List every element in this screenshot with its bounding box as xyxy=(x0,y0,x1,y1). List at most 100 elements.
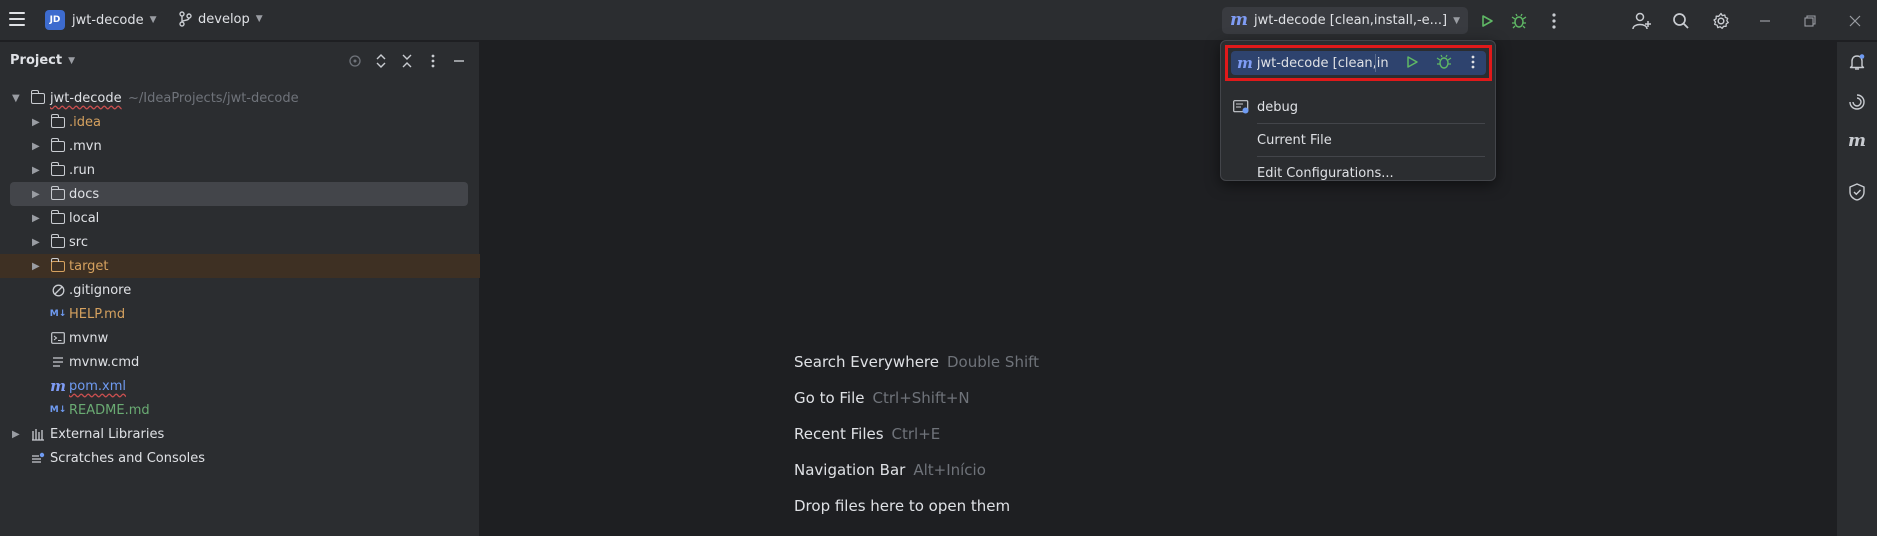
tree-item-selected[interactable]: ▶ docs xyxy=(10,182,468,206)
branch-name: develop xyxy=(198,11,250,27)
hint-drop-files: Drop files here to open them xyxy=(794,497,1010,515)
branch-switcher[interactable]: develop ▼ xyxy=(178,11,263,27)
more-actions-icon[interactable] xyxy=(1471,55,1475,73)
tree-item-label: .idea xyxy=(69,114,101,130)
tree-item[interactable]: ▶ target xyxy=(0,254,480,278)
chevron-right-icon: ▶ xyxy=(32,236,40,248)
search-icon[interactable] xyxy=(1668,8,1694,34)
add-user-icon[interactable] xyxy=(1629,8,1655,34)
hide-icon[interactable] xyxy=(449,51,469,71)
tree-root[interactable]: ▼ jwt-decode ~/IdeaProjects/jwt-decode xyxy=(0,86,480,110)
chevron-down-icon: ▼ xyxy=(68,55,75,66)
tree-item-label: HELP.md xyxy=(69,306,126,322)
tree-item[interactable]: M↓ README.md xyxy=(0,398,480,422)
chevron-down-icon: ▼ xyxy=(255,14,263,24)
hint-action: Navigation Bar xyxy=(794,461,906,479)
notifications-icon[interactable] xyxy=(1847,52,1867,72)
chevron-right-icon: ▶ xyxy=(32,188,40,200)
tree-item-label: target xyxy=(69,258,109,274)
config-item-current-file[interactable]: Current File xyxy=(1257,127,1332,153)
more-actions-icon[interactable] xyxy=(1541,8,1567,34)
shell-script-icon xyxy=(50,330,66,346)
hint-go-to-file: Go to File Ctrl+Shift+N xyxy=(794,389,970,407)
debug-icon[interactable] xyxy=(1506,8,1532,34)
tree-item[interactable]: mvnw xyxy=(0,326,480,350)
editor-empty-area xyxy=(481,42,1831,536)
tree-item-label: src xyxy=(69,234,88,250)
folder-icon xyxy=(50,113,66,130)
tree-item-label: pom.xml xyxy=(69,378,126,394)
excluded-folder-icon xyxy=(50,257,66,274)
hint-search-everywhere: Search Everywhere Double Shift xyxy=(794,353,1039,371)
ignore-file-icon xyxy=(50,282,66,298)
settings-gear-icon[interactable] xyxy=(1708,8,1734,34)
hint-action: Recent Files xyxy=(794,425,884,443)
folder-icon xyxy=(50,161,66,178)
tree-item-label: mvnw.cmd xyxy=(69,354,140,370)
security-shield-icon[interactable] xyxy=(1847,182,1867,202)
expand-all-icon[interactable] xyxy=(371,51,391,71)
project-badge: JD xyxy=(45,10,65,30)
hint-shortcut: Alt+Início xyxy=(913,461,986,479)
tree-item-label: mvnw xyxy=(69,330,109,346)
tree-item-label: .gitignore xyxy=(69,282,132,298)
tree-item-label: docs xyxy=(69,186,100,202)
hint-shortcut: Ctrl+E xyxy=(891,425,941,443)
title-bar: JD jwt-decode ▼ develop ▼ m jwt-decode [… xyxy=(0,0,1877,41)
text-file-icon xyxy=(50,354,66,370)
tree-item[interactable]: mvnw.cmd xyxy=(0,350,480,374)
project-view-title: Project xyxy=(10,53,63,68)
debug-icon[interactable] xyxy=(1436,54,1452,74)
hint-shortcut: Ctrl+Shift+N xyxy=(872,389,970,407)
chevron-right-icon: ▶ xyxy=(32,260,40,272)
git-branch-icon xyxy=(179,11,192,27)
tree-item[interactable]: ▶ local xyxy=(0,206,480,230)
config-item-debug[interactable]: debug xyxy=(1233,94,1298,120)
tree-item[interactable]: ▶ External Libraries xyxy=(0,422,480,446)
restore-icon[interactable] xyxy=(1797,8,1823,34)
run-icon[interactable] xyxy=(1474,8,1500,34)
maven-tool-icon[interactable]: m xyxy=(1847,131,1867,151)
tree-item-label: local xyxy=(69,210,100,226)
maven-icon: m xyxy=(1237,53,1253,72)
chevron-down-icon: ▼ xyxy=(1453,15,1461,26)
folder-icon xyxy=(50,209,66,226)
run-config-selector[interactable]: m jwt-decode [clean,install,-e...] ▼ xyxy=(1222,7,1469,34)
folder-icon xyxy=(50,233,66,250)
chevron-down-icon: ▼ xyxy=(149,15,157,25)
tree-item[interactable]: ▶ .idea xyxy=(0,110,480,134)
chevron-right-icon: ▶ xyxy=(32,164,40,176)
tree-item[interactable]: ▶ .run xyxy=(0,158,480,182)
run-config-label: jwt-decode [clean,install,-e...] xyxy=(1254,13,1448,28)
edit-configurations-item[interactable]: Edit Configurations... xyxy=(1257,160,1394,186)
project-view-selector[interactable]: Project ▼ xyxy=(10,53,75,68)
tree-item[interactable]: ▶ src xyxy=(0,230,480,254)
tree-item-label: Scratches and Consoles xyxy=(50,450,206,466)
hint-shortcut: Double Shift xyxy=(947,353,1040,371)
ai-assistant-icon[interactable] xyxy=(1847,92,1867,112)
selected-config-label: jwt-decode [clean,in xyxy=(1256,55,1389,71)
options-icon[interactable] xyxy=(423,51,443,71)
tree-item[interactable]: m pom.xml xyxy=(0,374,480,398)
scratches-icon xyxy=(30,450,46,466)
hint-navigation-bar: Navigation Bar Alt+Início xyxy=(794,461,986,479)
tree-item[interactable]: M↓ HELP.md xyxy=(0,302,480,326)
tree-item[interactable]: .gitignore xyxy=(0,278,480,302)
close-icon[interactable] xyxy=(1842,8,1868,34)
minimize-icon[interactable] xyxy=(1752,8,1778,34)
chevron-right-icon: ▶ xyxy=(12,428,20,440)
collapse-all-icon[interactable] xyxy=(397,51,417,71)
tree-item[interactable]: ▶ .mvn xyxy=(0,134,480,158)
tree-item[interactable]: Scratches and Consoles xyxy=(0,446,480,470)
main-menu-icon[interactable] xyxy=(8,10,26,28)
run-config-dropdown: m jwt-decode [clean,in debug Current Fil… xyxy=(1220,40,1496,181)
run-icon[interactable] xyxy=(1405,55,1419,73)
selected-config-row[interactable]: m jwt-decode [clean,in xyxy=(1231,51,1486,75)
root-name: jwt-decode xyxy=(50,90,122,106)
separator xyxy=(1257,123,1485,124)
project-switcher[interactable]: JD jwt-decode ▼ xyxy=(45,10,157,30)
config-item-label: debug xyxy=(1257,99,1298,115)
project-name: jwt-decode xyxy=(72,12,144,28)
locate-file-icon[interactable] xyxy=(345,51,365,71)
chevron-right-icon: ▶ xyxy=(32,140,40,152)
